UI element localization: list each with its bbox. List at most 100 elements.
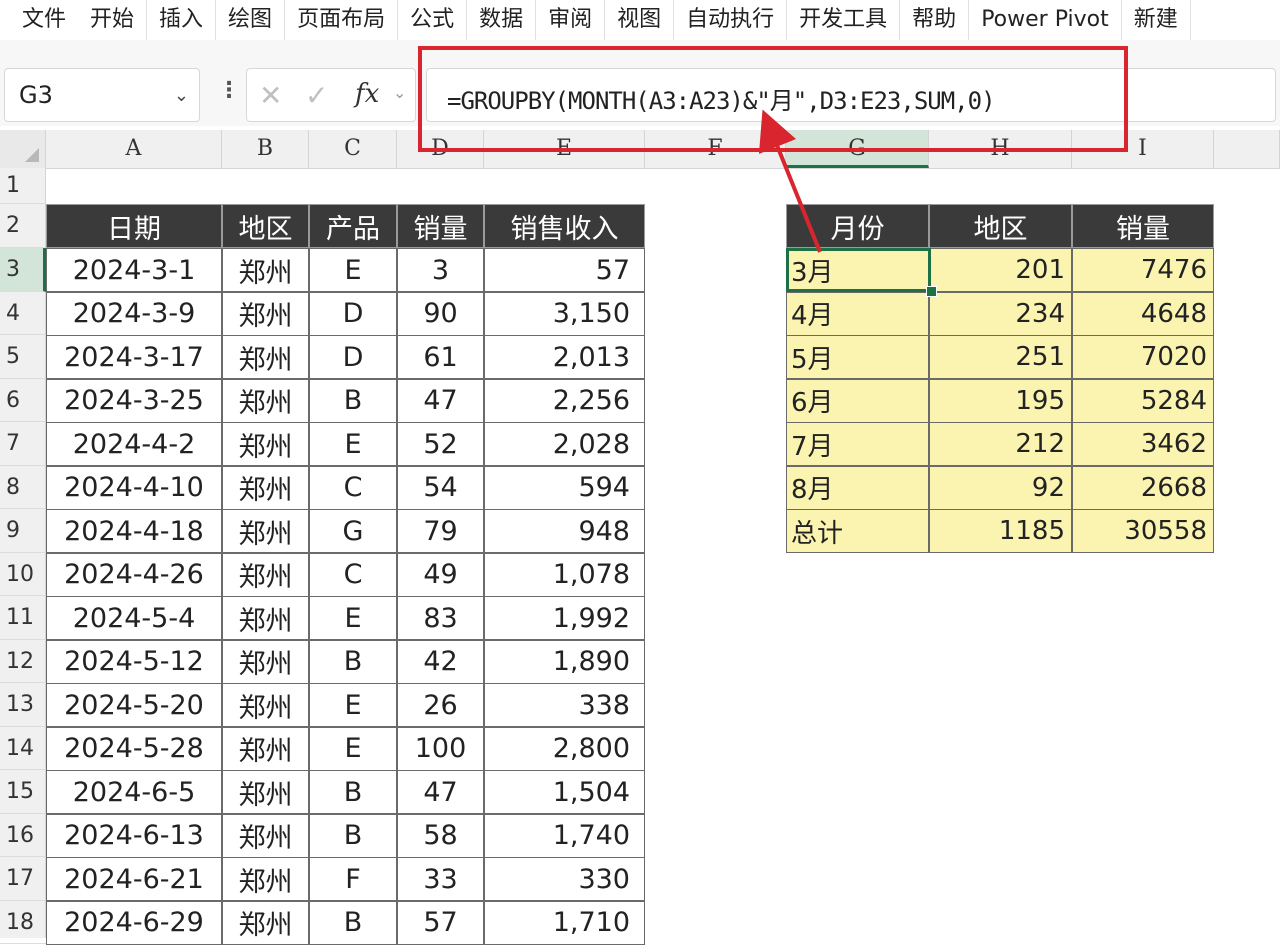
fill-handle[interactable] — [926, 286, 937, 297]
source-cell[interactable]: 3,150 — [484, 291, 645, 336]
column-header-E[interactable]: E — [484, 130, 645, 168]
result-cell[interactable]: 7月 — [786, 422, 929, 466]
formula-input[interactable]: =GROUPBY(MONTH(A3:A23)&"月",D3:E23,SUM,0) — [426, 68, 1276, 122]
source-cell[interactable]: 1,992 — [484, 596, 645, 640]
menu-item-4[interactable]: 页面布局 — [285, 0, 399, 40]
result-header-cell[interactable]: 销量 — [1072, 204, 1214, 248]
source-cell[interactable]: 郑州 — [222, 813, 309, 858]
source-cell[interactable]: 83 — [397, 596, 484, 640]
source-cell[interactable]: 2024-4-2 — [46, 422, 222, 466]
row-header-9[interactable]: 9 — [0, 509, 46, 553]
chevron-down-icon[interactable]: ⌄ — [174, 85, 189, 106]
column-header-F[interactable]: F — [645, 130, 786, 168]
source-cell[interactable]: 61 — [397, 335, 484, 379]
source-cell[interactable]: 338 — [484, 683, 645, 727]
source-cell[interactable]: 1,078 — [484, 552, 645, 597]
menu-item-11[interactable]: 帮助 — [900, 0, 970, 40]
confirm-icon[interactable]: ✓ — [305, 79, 328, 112]
source-cell[interactable]: 2024-5-4 — [46, 596, 222, 640]
menu-item-13[interactable]: 新建 — [1122, 0, 1191, 40]
row-header-7[interactable]: 7 — [0, 422, 46, 466]
source-cell[interactable]: 594 — [484, 465, 645, 510]
source-cell[interactable]: 郑州 — [222, 596, 309, 640]
menu-item-10[interactable]: 开发工具 — [787, 0, 901, 40]
row-header-18[interactable]: 18 — [0, 901, 46, 944]
result-cell[interactable]: 7476 — [1072, 248, 1214, 292]
source-cell[interactable]: 郑州 — [222, 639, 309, 684]
source-cell[interactable]: C — [309, 465, 397, 510]
source-cell[interactable]: 2024-4-10 — [46, 465, 222, 510]
row-header-10[interactable]: 10 — [0, 553, 46, 596]
column-header-B[interactable]: B — [222, 130, 309, 168]
fx-chevron-down-icon[interactable]: ⌄ — [393, 83, 406, 102]
source-cell[interactable]: 郑州 — [222, 726, 309, 771]
result-header-cell[interactable]: 地区 — [929, 204, 1072, 248]
menu-item-7[interactable]: 审阅 — [536, 0, 606, 40]
source-cell[interactable]: 42 — [397, 639, 484, 684]
menu-item-1[interactable]: 开始 — [78, 0, 148, 40]
source-cell[interactable]: 2024-5-20 — [46, 683, 222, 727]
source-cell[interactable]: 郑州 — [222, 248, 309, 292]
source-cell[interactable]: 33 — [397, 857, 484, 901]
source-cell[interactable]: 54 — [397, 465, 484, 510]
row-header-2[interactable]: 2 — [0, 204, 46, 248]
source-cell[interactable]: 郑州 — [222, 552, 309, 597]
source-cell[interactable]: C — [309, 552, 397, 597]
result-cell[interactable]: 195 — [929, 378, 1072, 423]
source-cell[interactable]: G — [309, 509, 397, 553]
source-cell[interactable]: 1,504 — [484, 770, 645, 814]
source-cell[interactable]: 2024-4-26 — [46, 552, 222, 597]
source-cell[interactable]: 330 — [484, 857, 645, 901]
source-cell[interactable]: 2,256 — [484, 378, 645, 423]
menu-item-5[interactable]: 公式 — [398, 0, 468, 40]
source-cell[interactable]: 52 — [397, 422, 484, 466]
row-header-14[interactable]: 14 — [0, 727, 46, 770]
source-header-cell[interactable]: 销量 — [397, 204, 484, 248]
source-cell[interactable]: 47 — [397, 770, 484, 814]
source-cell[interactable]: 47 — [397, 378, 484, 423]
name-box[interactable]: G3 ⌄ — [4, 68, 200, 122]
select-all-corner[interactable] — [0, 130, 46, 168]
menu-item-9[interactable]: 自动执行 — [674, 0, 788, 40]
source-cell[interactable]: F — [309, 857, 397, 901]
source-header-cell[interactable]: 产品 — [309, 204, 397, 248]
source-cell[interactable]: 2024-5-28 — [46, 726, 222, 771]
result-cell[interactable]: 212 — [929, 422, 1072, 466]
source-cell[interactable]: 2024-6-21 — [46, 857, 222, 901]
source-cell[interactable]: B — [309, 813, 397, 858]
source-cell[interactable]: E — [309, 248, 397, 292]
source-cell[interactable]: E — [309, 726, 397, 771]
source-cell[interactable]: E — [309, 683, 397, 727]
row-header-4[interactable]: 4 — [0, 292, 46, 335]
menu-item-3[interactable]: 绘图 — [216, 0, 286, 40]
source-cell[interactable]: 2024-4-18 — [46, 509, 222, 553]
source-cell[interactable]: E — [309, 596, 397, 640]
result-cell[interactable]: 234 — [929, 291, 1072, 336]
result-header-cell[interactable]: 月份 — [786, 204, 929, 248]
source-cell[interactable]: 57 — [484, 248, 645, 292]
source-cell[interactable]: 26 — [397, 683, 484, 727]
source-cell[interactable]: D — [309, 291, 397, 336]
source-header-cell[interactable]: 日期 — [46, 204, 222, 248]
result-cell[interactable]: 3462 — [1072, 422, 1214, 466]
row-header-1[interactable]: 1 — [0, 168, 46, 204]
source-cell[interactable]: B — [309, 378, 397, 423]
source-cell[interactable]: 郑州 — [222, 509, 309, 553]
row-header-3[interactable]: 3 — [0, 248, 46, 292]
source-cell[interactable]: 90 — [397, 291, 484, 336]
result-cell[interactable]: 8月 — [786, 465, 929, 510]
formula-bar-grip-icon[interactable]: ⋮ — [218, 78, 240, 103]
source-cell[interactable]: B — [309, 770, 397, 814]
result-cell[interactable]: 251 — [929, 335, 1072, 379]
row-header-11[interactable]: 11 — [0, 596, 46, 640]
source-cell[interactable]: 3 — [397, 248, 484, 292]
source-cell[interactable]: 郑州 — [222, 378, 309, 423]
column-header-D[interactable]: D — [397, 130, 484, 168]
column-header-A[interactable]: A — [46, 130, 222, 168]
result-cell[interactable]: 7020 — [1072, 335, 1214, 379]
source-cell[interactable]: 2024-3-9 — [46, 291, 222, 336]
result-cell[interactable]: 3月 — [786, 248, 929, 292]
column-header-I[interactable]: I — [1072, 130, 1214, 168]
menu-item-2[interactable]: 插入 — [147, 0, 217, 40]
result-cell[interactable]: 30558 — [1072, 509, 1214, 553]
